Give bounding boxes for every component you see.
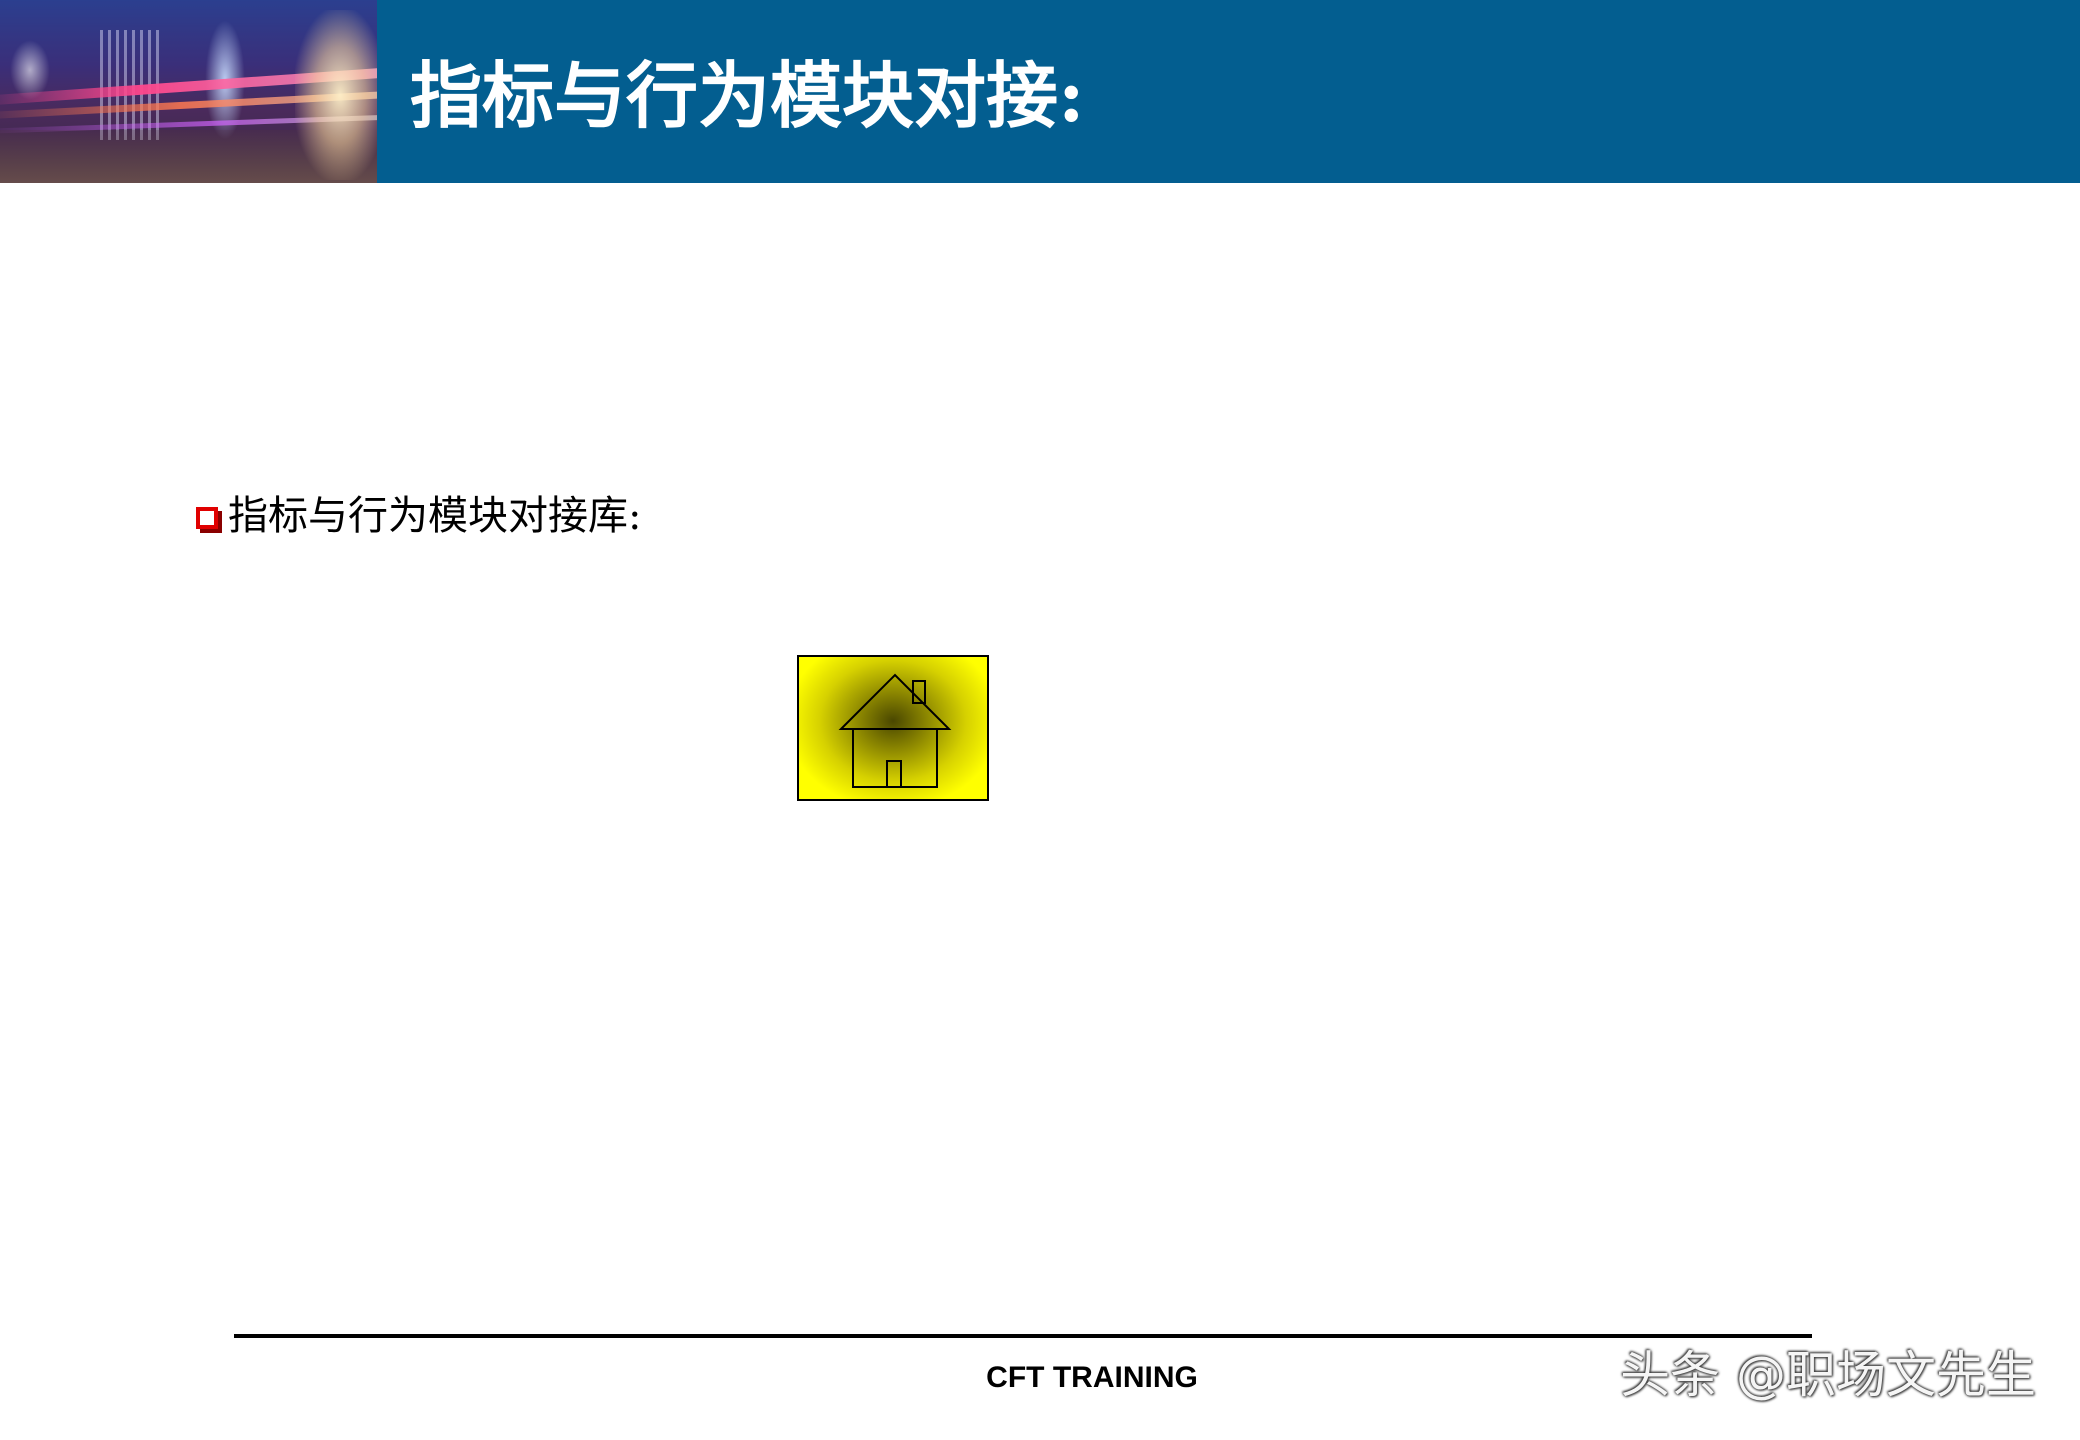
slide-title: 指标与行为模块对接: <box>410 53 1085 138</box>
house-icon <box>838 673 952 788</box>
bullet-item: 指标与行为模块对接库: <box>196 488 641 544</box>
checkbox-bullet-icon <box>196 507 218 529</box>
home-button[interactable] <box>797 655 989 801</box>
header-photo <box>0 0 377 183</box>
header-bar: 指标与行为模块对接: <box>0 0 2080 183</box>
bullet-text: 指标与行为模块对接库: <box>228 493 642 539</box>
footer-divider <box>234 1334 1812 1338</box>
watermark: 头条 @职场文先生 <box>1620 1346 2036 1404</box>
